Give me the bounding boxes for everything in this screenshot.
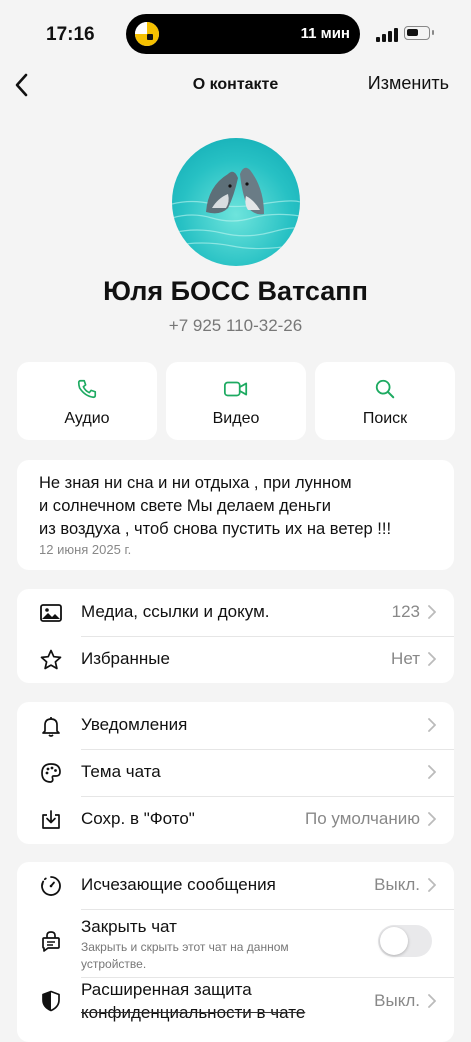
search-label: Поиск: [362, 410, 408, 427]
notifications-label: Уведомления: [81, 715, 188, 734]
save-to-photos-row[interactable]: Сохр. в "Фото" По умолчанию: [17, 796, 454, 843]
search-icon: [375, 379, 395, 399]
status-bar: 17:16 11 мин: [0, 0, 471, 66]
advanced-privacy-label-line2: конфиденциальности в чате: [81, 1003, 306, 1022]
chevron-right-icon: [428, 812, 436, 826]
chat-theme-label: Тема чата: [81, 762, 161, 781]
advanced-privacy-value: Выкл.: [374, 991, 420, 1010]
video-call-label: Видео: [212, 410, 260, 427]
lock-chat-label: Закрыть чат: [81, 917, 177, 936]
lock-chat-row: Закрыть чат Закрыть и скрыть этот чат на…: [17, 909, 454, 977]
about-text: Не зная ни сна и ни отдыха , при лунном …: [39, 474, 392, 538]
navigation-bar: О контакте Изменить: [0, 66, 471, 106]
contact-phone[interactable]: +7 925 110-32-26: [0, 316, 471, 336]
chat-settings-group: Уведомления Тема чата Сохр. в "Фото" По …: [17, 702, 454, 844]
bell-icon: [42, 717, 60, 737]
chat-lock-icon: [42, 931, 60, 952]
favorites-label: Избранные: [81, 649, 170, 668]
lock-chat-description: Закрыть и скрыть этот чат на данном устр…: [81, 940, 289, 971]
activity-duration: 11 мин: [300, 25, 350, 42]
audio-call-button[interactable]: Аудио: [17, 362, 157, 440]
video-icon: [223, 381, 248, 397]
shield-icon: [42, 990, 60, 1012]
image-icon: [40, 604, 62, 622]
notifications-row[interactable]: Уведомления: [17, 702, 454, 749]
chevron-right-icon: [428, 994, 436, 1008]
favorites-row[interactable]: Избранные Нет: [17, 636, 454, 683]
privacy-group: Исчезающие сообщения Выкл. Закрыть чат З…: [17, 862, 454, 1042]
dolphins-photo: [172, 167, 300, 250]
favorites-value: Нет: [391, 649, 420, 668]
about-date: 12 июня 2025 г.: [39, 542, 132, 557]
chevron-right-icon: [428, 718, 436, 732]
edit-button[interactable]: Изменить: [368, 73, 449, 94]
contact-name: Юля БОСС Ватсапп: [103, 276, 368, 306]
search-button[interactable]: Поиск: [315, 362, 455, 440]
advanced-privacy-label: Расширенная защита: [81, 980, 252, 999]
disappearing-messages-label: Исчезающие сообщения: [81, 875, 276, 894]
cellular-signal-icon: [376, 28, 400, 42]
about-card[interactable]: Не зная ни сна и ни отдыха , при лунном …: [17, 460, 454, 570]
chevron-right-icon: [428, 765, 436, 779]
video-call-button[interactable]: Видео: [166, 362, 306, 440]
chevron-right-icon: [428, 878, 436, 892]
advanced-privacy-row[interactable]: Расширенная защита конфиденциальности в …: [17, 977, 454, 1037]
media-links-docs-row[interactable]: Медиа, ссылки и докум. 123: [17, 589, 454, 636]
lock-chat-toggle[interactable]: [378, 925, 432, 957]
timer-icon: [41, 876, 61, 896]
save-to-photos-value: По умолчанию: [305, 809, 420, 828]
media-group: Медиа, ссылки и докум. 123 Избранные Нет: [17, 589, 454, 683]
app-activity-icon: [135, 22, 159, 46]
save-to-photos-label: Сохр. в "Фото": [81, 809, 195, 828]
disappearing-messages-row[interactable]: Исчезающие сообщения Выкл.: [17, 862, 454, 909]
phone-icon: [77, 379, 97, 399]
chevron-right-icon: [428, 605, 436, 619]
palette-icon: [41, 763, 61, 783]
dynamic-island[interactable]: 11 мин: [126, 14, 360, 54]
audio-call-label: Аудио: [64, 410, 110, 427]
chat-theme-row[interactable]: Тема чата: [17, 749, 454, 796]
status-time: 17:16: [46, 24, 95, 45]
battery-icon: [404, 26, 434, 40]
star-icon: [40, 649, 62, 670]
download-icon: [42, 810, 60, 829]
avatar[interactable]: [172, 138, 300, 266]
chevron-right-icon: [428, 652, 436, 666]
media-links-docs-label: Медиа, ссылки и докум.: [81, 602, 270, 621]
disappearing-messages-value: Выкл.: [374, 875, 420, 894]
media-count: 123: [391, 602, 420, 621]
